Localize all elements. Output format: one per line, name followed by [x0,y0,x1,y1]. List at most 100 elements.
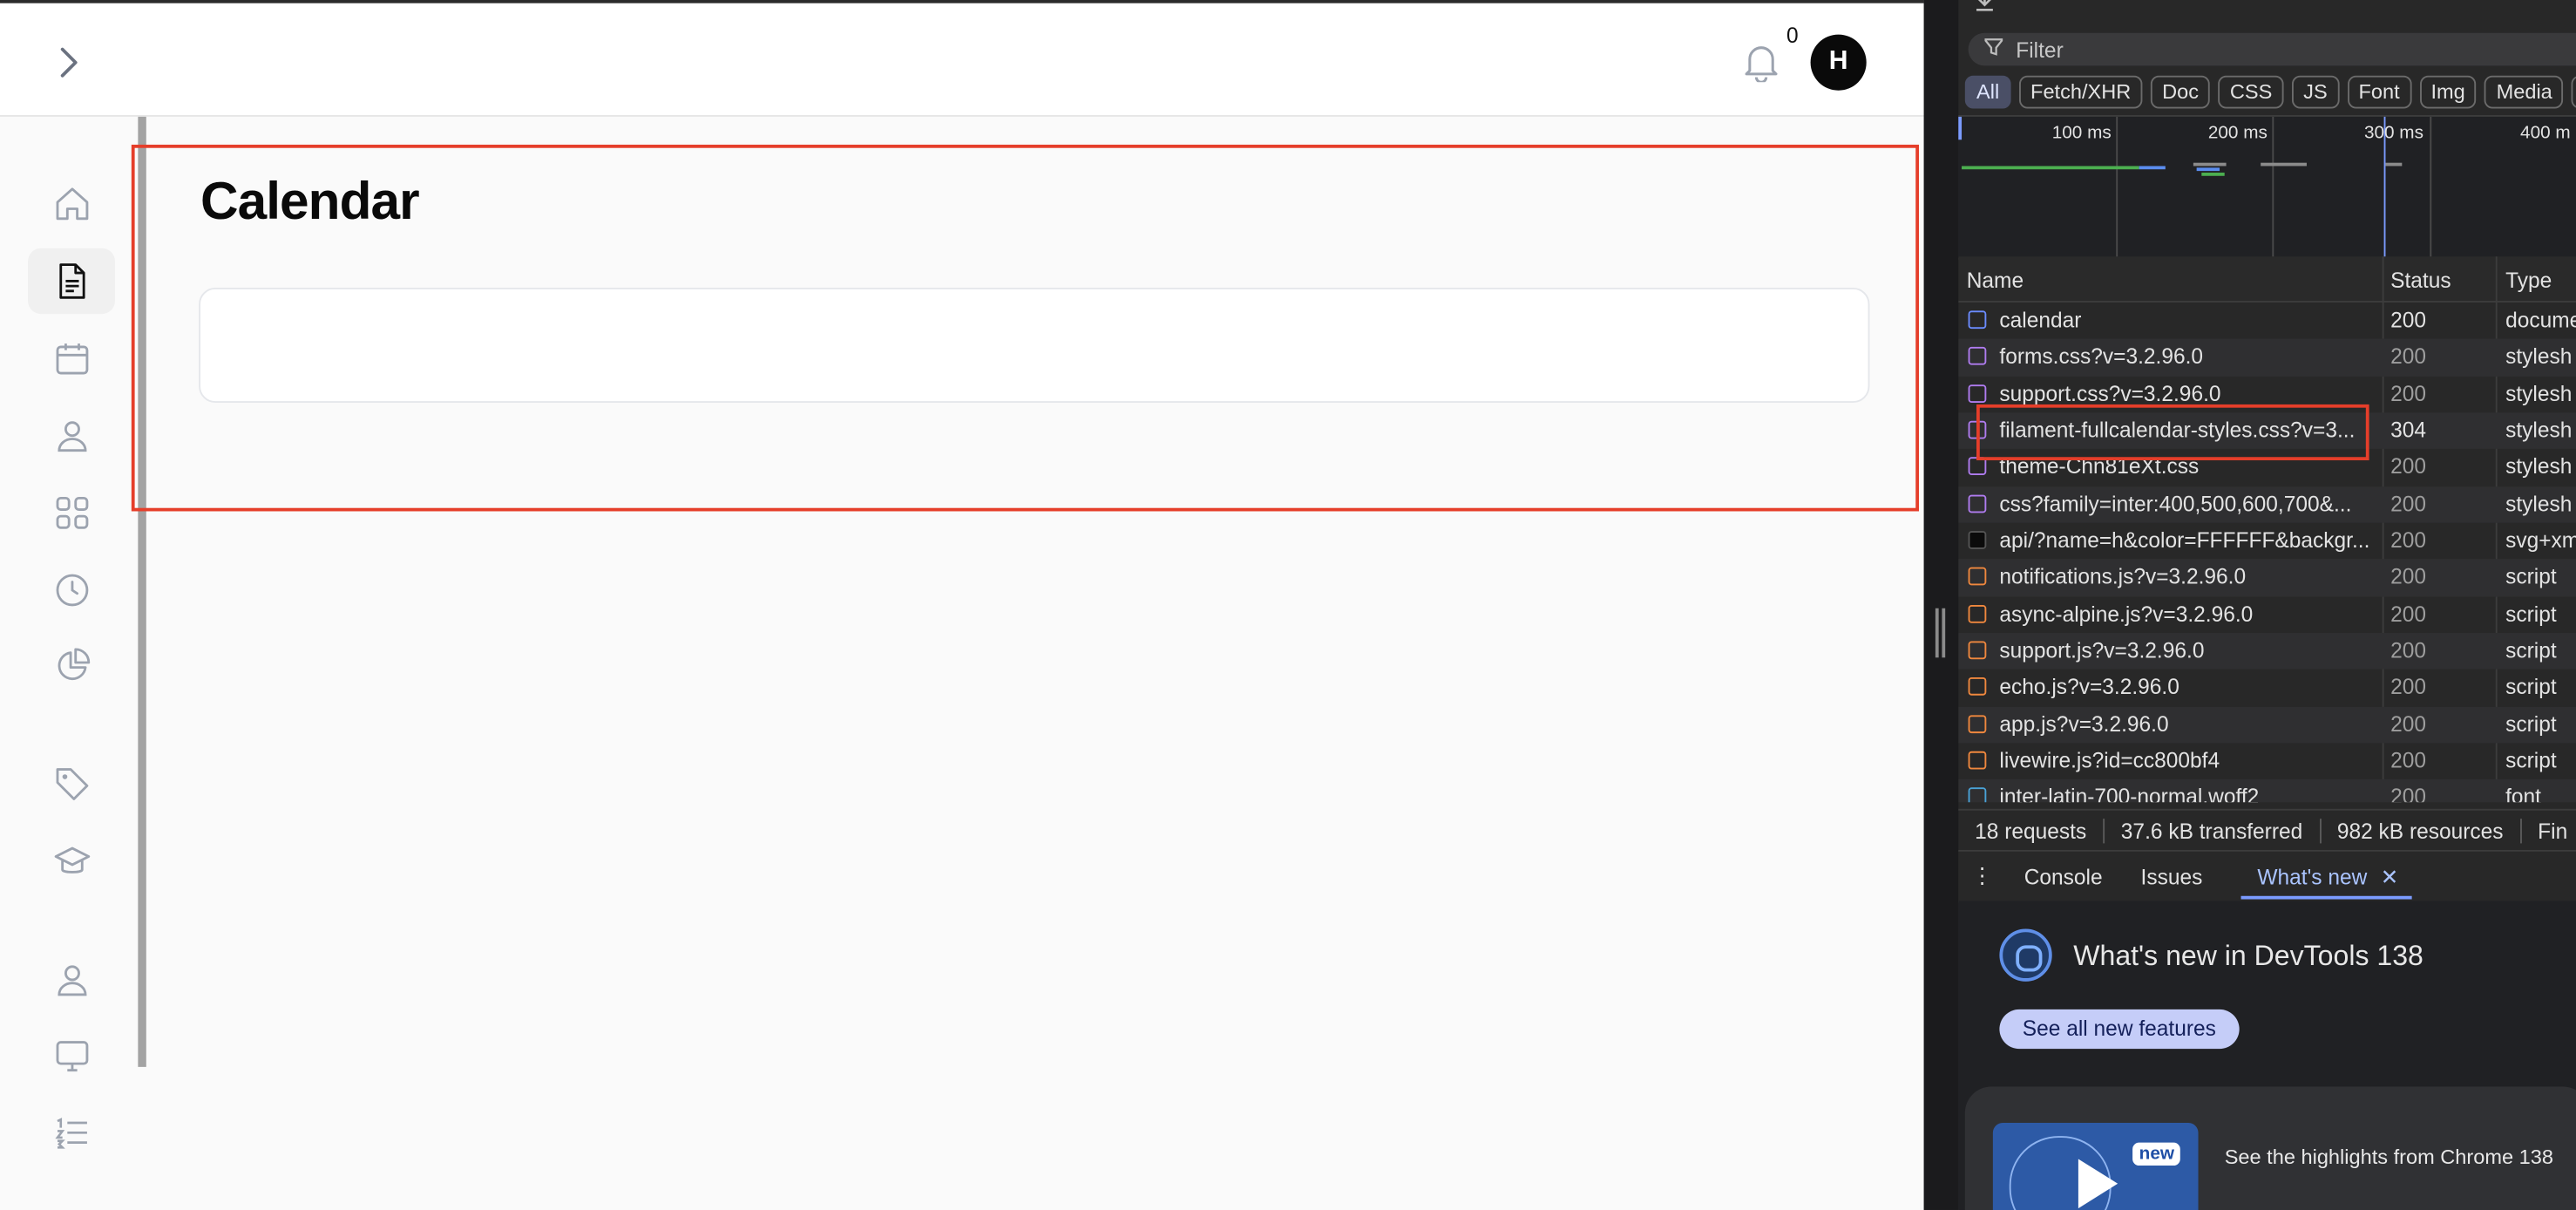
resize-handle[interactable] [1934,608,1947,658]
summary-finish: Fin [2538,818,2568,843]
topbar: 0 H [0,3,1924,117]
notifications-count-badge: 0 [1779,23,1806,50]
request-status: 200 [2390,527,2427,553]
request-name: api/?name=h&color=FFFFFF&backgr... [1999,527,2370,553]
chip-img[interactable]: Img [2419,75,2477,109]
js-file-icon [1968,751,1987,770]
download-icon[interactable] [1975,0,1995,13]
pie-chart-icon [57,648,90,681]
timeline-bar [1962,166,2139,170]
request-status: 200 [2390,675,2427,700]
request-name: async-alpine.js?v=3.2.96.0 [1999,601,2254,627]
academic-cap-icon [53,846,90,874]
js-file-icon [1968,641,1987,660]
user-icon [57,965,86,996]
sidebar-item-chart[interactable] [28,633,115,698]
request-type: docume [2505,307,2576,332]
table-row[interactable]: echo.js?v=3.2.96.0 200 script [1958,670,2576,706]
sidebar-item-profile[interactable] [28,947,115,1012]
table-row[interactable]: css?family=inter:400,500,600,700&... 200 s… [1958,486,2576,523]
calendar-icon [55,343,88,375]
more-options-icon[interactable]: ⋮ [1971,863,1993,889]
grid-icon [55,496,88,529]
sidebar-item-document[interactable] [28,248,115,315]
chip-js[interactable]: JS [2291,75,2339,109]
timeline-bar [2196,167,2220,172]
tab-issues[interactable]: Issues [2141,865,2203,889]
sidebar-item-grid[interactable] [28,480,115,546]
sidebar-item-home[interactable] [28,171,115,236]
user-avatar[interactable]: H [1810,34,1867,91]
chip-font[interactable]: Font [2347,75,2411,109]
tab-whats-new[interactable]: What's new [2257,865,2367,889]
table-row[interactable]: calendar 200 docume [1958,302,2576,339]
devtools-resize-gutter[interactable] [1923,0,1959,1210]
whats-new-pane: What's new in DevTools 138 See all new f… [1958,901,2576,1210]
request-name: css?family=inter:400,500,600,700&... [1999,491,2352,516]
request-name: notifications.js?v=3.2.96.0 [1999,564,2247,589]
close-tab-icon[interactable]: ✕ [2381,865,2399,891]
table-row[interactable]: app.js?v=3.2.96.0 200 script [1958,706,2576,744]
summary-transferred: 37.6 kB transferred [2105,818,2321,843]
table-row[interactable]: support.js?v=3.2.96.0 200 script [1958,633,2576,670]
timeline-label: 300 ms [2363,123,2423,144]
table-row[interactable]: forms.css?v=3.2.96.0 200 stylesh [1958,339,2576,377]
annotation-highlight-request [1976,404,2369,461]
request-type: script [2505,675,2557,700]
sidebar-item-academic[interactable] [28,828,115,894]
filter-input[interactable]: Filter [1968,32,2576,66]
notifications-button[interactable] [1739,39,1785,85]
column-type-header[interactable]: Type [2505,268,2552,292]
video-thumbnail[interactable]: new [1992,1123,2199,1210]
network-overview-timeline[interactable]: 100 ms 200 ms 300 ms 400 m [1958,115,2576,260]
highlights-card-text: See the highlights from Chrome 138 [2224,1145,2553,1169]
request-type: stylesh [2505,418,2573,443]
sidebar-item-clock[interactable] [28,557,115,622]
timeline-gridline [2430,116,2432,259]
request-name: support.js?v=3.2.96.0 [1999,637,2205,663]
filter-placeholder: Filter [2016,37,2064,62]
table-row[interactable]: api/?name=h&color=FFFFFF&backgr... 200 svg… [1958,523,2576,560]
sidebar-item-tag[interactable] [28,751,115,817]
table-row[interactable]: async-alpine.js?v=3.2.96.0 200 script [1958,596,2576,633]
request-status: 200 [2390,785,2427,803]
request-status: 304 [2390,418,2427,443]
sidebar-item-calendar[interactable] [28,325,115,391]
request-type: script [2505,601,2557,627]
request-type: script [2505,748,2557,773]
sidebar-item-list[interactable] [28,1100,115,1166]
request-name: support.css?v=3.2.96.0 [1999,380,2221,406]
chip-manifest[interactable]: M [2572,75,2576,109]
table-row[interactable]: inter-latin-700-normal.woff2 200 font [1958,779,2576,803]
tab-console[interactable]: Console [2024,865,2103,889]
request-type: svg+xm [2505,527,2576,553]
request-status: 200 [2390,748,2427,773]
column-status-header[interactable]: Status [2390,268,2451,292]
see-all-features-button[interactable]: See all new features [1999,1009,2240,1050]
sidebar-expand-button[interactable] [46,39,92,85]
chip-fetch-xhr[interactable]: Fetch/XHR [2018,75,2143,109]
column-name-header[interactable]: Name [1967,268,2024,292]
chevron-right-icon [60,47,78,78]
css-file-icon [1968,384,1987,403]
request-name: app.js?v=3.2.96.0 [1999,711,2169,737]
sidebar-item-user[interactable] [28,403,115,468]
js-file-icon [1968,604,1987,623]
timeline-bar [2385,162,2403,167]
table-row[interactable]: livewire.js?id=cc800bf4 200 script [1958,744,2576,780]
request-status: 200 [2390,491,2427,516]
chip-doc[interactable]: Doc [2150,75,2211,109]
network-panel: Filter All Fetch/XHR Doc CSS JS Font Img… [1958,0,2576,1210]
sidebar-item-display[interactable] [28,1023,115,1088]
request-type: stylesh [2505,343,2573,370]
table-row[interactable]: notifications.js?v=3.2.96.0 200 script [1958,559,2576,597]
chip-all[interactable]: All [1964,75,2011,109]
css-file-icon [1968,494,1987,513]
chip-media[interactable]: Media [2484,75,2564,109]
request-name: forms.css?v=3.2.96.0 [1999,343,2204,370]
sidebar [0,117,138,1210]
js-file-icon [1968,714,1987,733]
chip-css[interactable]: CSS [2218,75,2284,109]
whats-new-title: What's new in DevTools 138 [2073,940,2423,972]
css-file-icon [1968,457,1987,476]
